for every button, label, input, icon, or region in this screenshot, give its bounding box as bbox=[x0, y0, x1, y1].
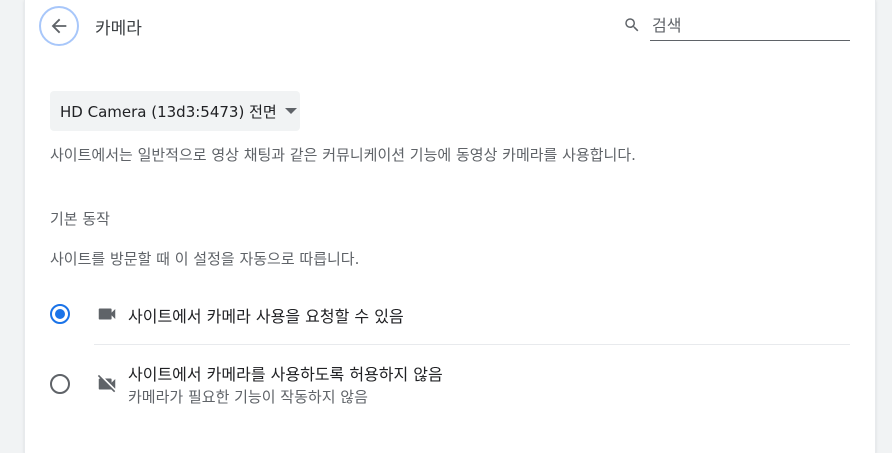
default-behavior-subtitle: 사이트를 방문할 때 이 설정을 자동으로 따릅니다. bbox=[50, 250, 360, 268]
option-block[interactable]: 사이트에서 카메라를 사용하도록 허용하지 않음 카메라가 필요한 기능이 작동… bbox=[50, 355, 850, 415]
videocam-off-icon bbox=[97, 374, 116, 393]
option-block-label: 사이트에서 카메라를 사용하도록 허용하지 않음 bbox=[128, 365, 443, 384]
option-allow-ask[interactable]: 사이트에서 카메라 사용을 요청할 수 있음 bbox=[50, 295, 850, 333]
page-title: 카메라 bbox=[95, 19, 142, 39]
chevron-down-icon bbox=[284, 108, 297, 114]
back-button[interactable] bbox=[39, 6, 79, 46]
radio-block[interactable] bbox=[50, 374, 70, 394]
option-block-sublabel: 카메라가 필요한 기능이 작동하지 않음 bbox=[128, 388, 368, 406]
camera-device-label: HD Camera (13d3:5473) 전면 bbox=[60, 102, 277, 121]
default-behavior-title: 기본 동작 bbox=[50, 210, 110, 228]
radio-allow-ask[interactable] bbox=[50, 304, 70, 324]
settings-card: 카메라 HD Camera (13d3:5473) 전면 사이트에서는 일반적으… bbox=[25, 0, 875, 453]
search-box bbox=[623, 10, 850, 42]
search-input[interactable] bbox=[650, 10, 850, 41]
option-divider bbox=[94, 344, 850, 345]
arrow-back-icon bbox=[51, 18, 67, 34]
option-allow-label: 사이트에서 카메라 사용을 요청할 수 있음 bbox=[128, 307, 404, 326]
videocam-icon bbox=[98, 308, 116, 320]
camera-description: 사이트에서는 일반적으로 영상 채팅과 같은 커뮤니케이션 기능에 동영상 카메… bbox=[50, 146, 636, 164]
camera-device-select[interactable]: HD Camera (13d3:5473) 전면 bbox=[50, 91, 300, 131]
search-icon[interactable] bbox=[623, 16, 641, 34]
